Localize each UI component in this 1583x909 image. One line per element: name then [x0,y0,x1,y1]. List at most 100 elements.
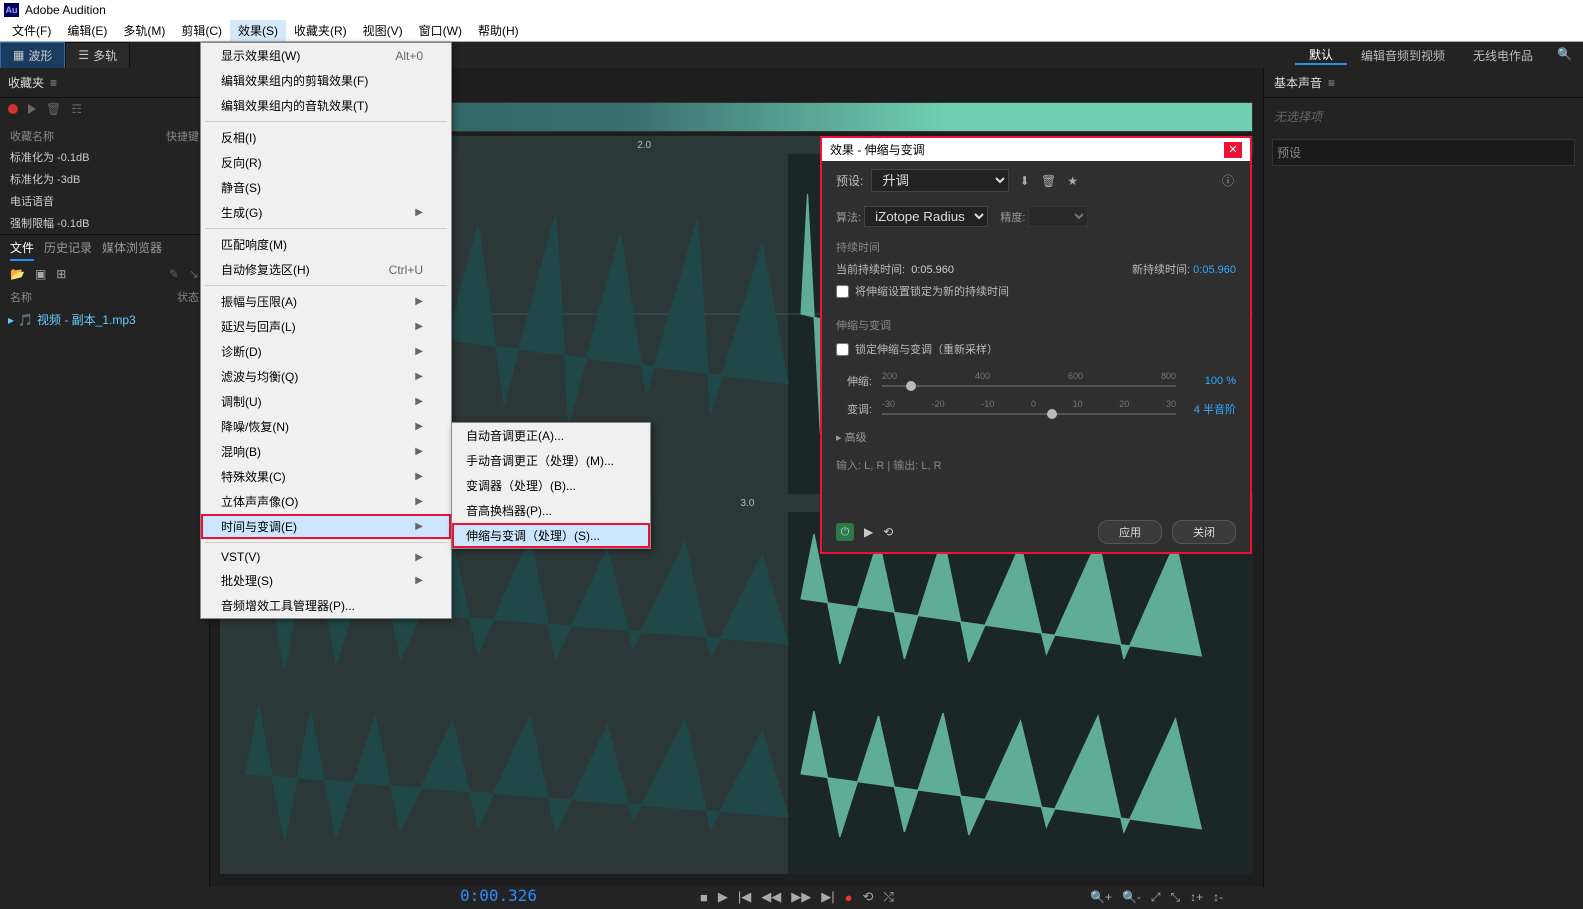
record-icon[interactable] [8,104,18,114]
menu-multitrack[interactable]: 多轨(M) [115,20,173,41]
info-icon[interactable]: ⓘ [1220,173,1236,189]
menu-item[interactable]: 反向(R) [201,150,451,175]
timecode[interactable]: 0:00.326 [460,886,537,905]
menu-item[interactable]: 编辑效果组内的剪辑效果(F) [201,68,451,93]
menu-item[interactable]: 调制(U)▶ [201,389,451,414]
menu-item[interactable]: 自动修复选区(H)Ctrl+U [201,257,451,282]
fav-item[interactable]: 强制限幅 -0.1dB [0,212,209,234]
menu-item[interactable]: 振幅与压限(A)▶ [201,289,451,314]
power-toggle[interactable]: ⏻ [836,523,854,541]
stop-button[interactable]: ■ [700,890,708,905]
lock-stretch-checkbox[interactable] [836,343,849,356]
skip-sel-button[interactable]: ⤭ [883,889,893,905]
submenu-item[interactable]: 变调器（处理）(B)... [452,473,650,498]
file-item[interactable]: ▸ 🎵 视频 - 副本_1.mp3 [0,307,209,332]
new-duration-value[interactable]: 0:05.960 [1193,264,1236,276]
menu-edit[interactable]: 编辑(E) [59,20,115,41]
menu-item[interactable]: 时间与变调(E)▶ [201,514,451,539]
menubar: 文件(F) 编辑(E) 多轨(M) 剪辑(C) 效果(S) 收藏夹(R) 视图(… [0,20,1583,42]
pitch-value[interactable]: 4 [1194,404,1200,416]
props-icon[interactable]: ☶ [71,102,82,116]
skip-back-button[interactable]: |◀ [738,889,751,905]
menu-item[interactable]: 显示效果组(W)Alt+0 [201,43,451,68]
zoom-in-icon[interactable]: 🔍+ [1090,890,1112,905]
submenu-item[interactable]: 音高换档器(P)... [452,498,650,523]
rewind-button[interactable]: ◀◀ [761,889,781,905]
menu-file[interactable]: 文件(F) [4,20,59,41]
submenu-item[interactable]: 手动音调更正（处理）(M)... [452,448,650,473]
record-button[interactable]: ● [845,890,853,905]
workspace-radio[interactable]: 无线电作品 [1459,47,1547,64]
algorithm-select[interactable]: iZotope Radius [864,206,988,227]
zoom-full-icon[interactable]: ⤢ [1151,890,1161,905]
favorite-preset-icon[interactable]: ★ [1065,173,1081,189]
skip-fwd-button[interactable]: ▶| [821,889,834,905]
menu-item[interactable]: 音频增效工具管理器(P)... [201,593,451,618]
mode-waveform[interactable]: ▦ 波形 [0,42,65,69]
zoom-out-icon[interactable]: 🔍- [1122,890,1141,905]
menu-item[interactable]: 诊断(D)▶ [201,339,451,364]
apply-button[interactable]: 应用 [1098,520,1162,544]
lock-duration-checkbox[interactable] [836,285,849,298]
loop-preview-icon[interactable]: ⟲ [883,525,893,539]
zoom-in-v-icon[interactable]: ↕+ [1190,890,1203,905]
tab-files[interactable]: 文件 [10,239,34,261]
menu-item[interactable]: 编辑效果组内的音轨效果(T) [201,93,451,118]
precision-select[interactable] [1028,206,1088,227]
tab-media-browser[interactable]: 媒体浏览器 [102,239,162,261]
fav-item[interactable]: 标准化为 -3dB [0,168,209,190]
menu-item[interactable]: 滤波与均衡(Q)▶ [201,364,451,389]
menu-help[interactable]: 帮助(H) [470,20,527,41]
menu-item[interactable]: VST(V)▶ [201,546,451,568]
menu-item[interactable]: 降噪/恢复(N)▶ [201,414,451,439]
dialog-title: 效果 - 伸缩与变调 [830,141,925,158]
panel-menu-icon[interactable]: ≡ [1328,76,1335,90]
menu-favorites[interactable]: 收藏夹(R) [286,20,355,41]
forward-button[interactable]: ▶▶ [791,889,811,905]
menu-window[interactable]: 窗口(W) [411,20,470,41]
mode-multitrack[interactable]: ☰ 多轨 [65,42,130,69]
delete-icon[interactable]: 🗑 [46,102,61,116]
play-button[interactable]: ▶ [718,889,728,905]
submenu-item[interactable]: 伸缩与变调（处理）(S)... [452,523,650,548]
play-icon[interactable] [28,104,36,114]
menu-item[interactable]: 混响(B)▶ [201,439,451,464]
menu-item[interactable]: 批处理(S)▶ [201,568,451,593]
menu-item[interactable]: 立体声声像(O)▶ [201,489,451,514]
new-file-icon[interactable]: ⊞ [56,267,66,281]
edit-icon[interactable]: ✎ [169,267,179,281]
delete-preset-icon[interactable]: 🗑 [1041,173,1057,189]
menu-item[interactable]: 生成(G)▶ [201,200,451,225]
close-button[interactable]: 关闭 [1172,520,1236,544]
menu-view[interactable]: 视图(V) [355,20,411,41]
record-file-icon[interactable]: ▣ [35,267,46,281]
workspace-edit-av[interactable]: 编辑音频到视频 [1347,47,1459,64]
workspace-default[interactable]: 默认 [1295,46,1347,65]
fav-item[interactable]: 电话语音 [0,190,209,212]
zoom-out-v-icon[interactable]: ↕- [1213,890,1223,905]
menu-effects[interactable]: 效果(S) [230,20,286,41]
loop-button[interactable]: ⟲ [862,889,873,905]
close-icon[interactable]: ✕ [1224,142,1242,158]
open-file-icon[interactable]: 📂 [10,267,25,281]
menu-item[interactable]: 静音(S) [201,175,451,200]
stretch-value[interactable]: 100 [1205,375,1223,387]
menu-item[interactable]: 反相(I) [201,125,451,150]
preview-play-icon[interactable]: ▶ [864,525,873,539]
menu-clip[interactable]: 剪辑(C) [173,20,230,41]
stretch-slider[interactable]: 200400600800 [882,371,1176,391]
preset-select[interactable]: 升调 [871,169,1008,192]
tab-history[interactable]: 历史记录 [44,239,92,261]
menu-item[interactable]: 匹配响度(M) [201,232,451,257]
advanced-toggle[interactable]: ▸ 高级 [836,423,1236,451]
pitch-slider[interactable]: -30-20-100102030 [882,399,1176,419]
submenu-item[interactable]: 自动音调更正(A)... [452,423,650,448]
panel-menu-icon[interactable]: ≡ [50,76,57,90]
menu-item[interactable]: 特殊效果(C)▶ [201,464,451,489]
insert-icon[interactable]: ↘ [189,267,199,281]
menu-item[interactable]: 延迟与回声(L)▶ [201,314,451,339]
fav-item[interactable]: 标准化为 -0.1dB [0,146,209,168]
download-preset-icon[interactable]: ⬇ [1017,173,1033,189]
search-workspace-icon[interactable]: 🔍 [1557,47,1573,63]
zoom-sel-icon[interactable]: ⤡ [1171,890,1181,905]
